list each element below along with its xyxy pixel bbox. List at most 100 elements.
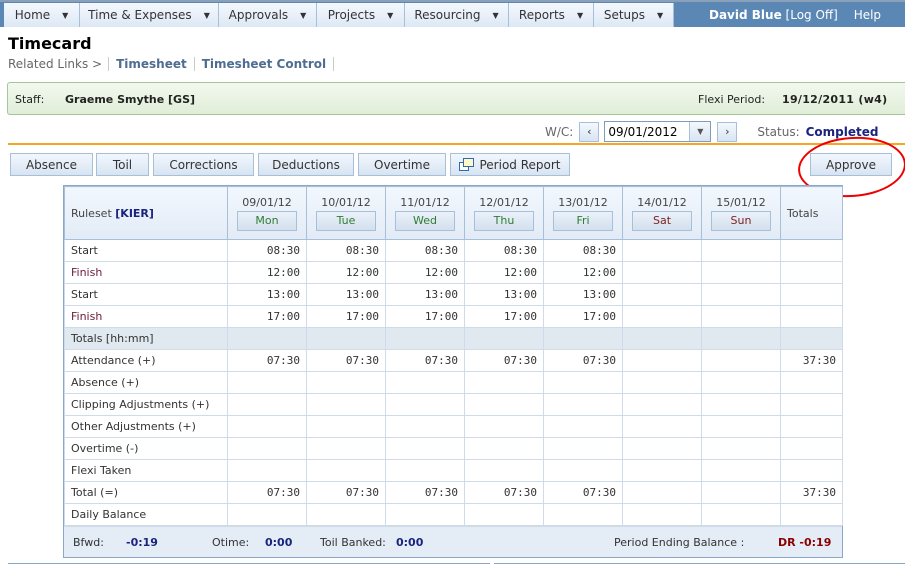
table-row: Finish 12:00 12:00 12:00 12:00 12:00 xyxy=(64,261,843,284)
row-label: Totals [hh:mm] xyxy=(64,327,228,350)
status-label: Status: xyxy=(757,124,800,139)
windows-icon xyxy=(459,157,475,172)
day-button-tue[interactable]: Tue xyxy=(316,210,376,231)
row-label: Finish xyxy=(64,305,228,328)
day-button-sun[interactable]: Sun xyxy=(711,210,771,231)
time-cell xyxy=(464,459,544,482)
week-date-picker: ▼ xyxy=(604,121,712,142)
time-cell: 13:00 xyxy=(543,283,623,306)
ruleset-code: [KIER] xyxy=(115,206,154,220)
timesheet-control-link[interactable]: Timesheet Control xyxy=(195,57,335,71)
time-cell xyxy=(464,415,544,438)
menu-label: Home xyxy=(14,8,51,22)
main-menu: Home ▼ Time & Expenses ▼ Approvals ▼ Projec… xyxy=(4,3,674,27)
time-cell: 07:30 xyxy=(306,481,386,504)
day-date: 15/01/12 xyxy=(716,195,766,209)
top-nav-bar: Home ▼ Time & Expenses ▼ Approvals ▼ Projec… xyxy=(0,0,905,27)
time-cell: 12:00 xyxy=(464,261,544,284)
divider-line xyxy=(8,143,905,145)
week-date-input[interactable] xyxy=(605,122,690,141)
triangle-down-icon: ▼ xyxy=(492,10,499,20)
row-label: Daily Balance xyxy=(64,503,228,526)
day-button-thu[interactable]: Thu xyxy=(474,210,534,231)
time-cell xyxy=(464,393,544,416)
time-cell xyxy=(306,437,386,460)
time-cell: 07:30 xyxy=(227,481,307,504)
menu-time-expenses[interactable]: Time & Expenses ▼ xyxy=(80,3,219,27)
week-commencing-row: W/C: ‹ ▼ › Status: Completed xyxy=(545,121,879,142)
time-cell: 12:00 xyxy=(306,261,386,284)
time-cell xyxy=(385,371,465,394)
time-cell xyxy=(306,327,386,350)
row-label: Absence (+) xyxy=(64,371,228,394)
row-label: Overtime (-) xyxy=(64,437,228,460)
time-cell: 17:00 xyxy=(464,305,544,328)
grid-body: Start 08:30 08:30 08:30 08:30 08:30 Finish 12:0… xyxy=(64,239,843,526)
staff-info-bar: Staff: Graeme Smythe [GS] Flexi Period: … xyxy=(7,82,905,115)
time-cell: 07:30 xyxy=(543,349,623,372)
time-cell xyxy=(385,327,465,350)
user-area: David Blue [Log Off] Help xyxy=(709,8,881,22)
time-cell xyxy=(543,437,623,460)
log-off-link[interactable]: [Log Off] xyxy=(786,8,838,22)
row-total-cell xyxy=(780,415,843,438)
time-cell: 17:00 xyxy=(306,305,386,328)
time-cell xyxy=(701,327,781,350)
time-cell xyxy=(622,239,702,262)
table-row: Attendance (+) 07:30 07:30 07:30 07:30 07:30 3… xyxy=(64,349,843,372)
table-row: Total (=) 07:30 07:30 07:30 07:30 07:30 37:30 xyxy=(64,481,843,504)
triangle-down-icon: ▼ xyxy=(697,127,704,136)
time-cell: 13:00 xyxy=(227,283,307,306)
corrections-button[interactable]: Corrections xyxy=(153,153,254,176)
time-cell xyxy=(543,415,623,438)
time-cell: 07:30 xyxy=(306,349,386,372)
period-report-button[interactable]: Period Report xyxy=(450,153,570,176)
time-cell: 13:00 xyxy=(464,283,544,306)
previous-week-button[interactable]: ‹ xyxy=(579,121,600,142)
day-header: 13/01/12 Fri xyxy=(543,186,623,240)
triangle-down-icon: ▼ xyxy=(657,10,664,20)
row-total-cell xyxy=(780,371,843,394)
menu-label: Reports xyxy=(518,8,565,22)
menu-projects[interactable]: Projects ▼ xyxy=(317,3,405,27)
row-label: Start xyxy=(64,239,228,262)
approve-button[interactable]: Approve xyxy=(810,153,892,176)
time-cell xyxy=(622,503,702,526)
menu-setups[interactable]: Setups ▼ xyxy=(594,3,674,27)
row-label: Attendance (+) xyxy=(64,349,228,372)
period-ending-label: Period Ending Balance : xyxy=(614,536,745,549)
time-cell xyxy=(701,415,781,438)
time-cell xyxy=(622,371,702,394)
time-cell: 07:30 xyxy=(385,349,465,372)
next-week-button[interactable]: › xyxy=(717,121,738,142)
toil-button[interactable]: Toil xyxy=(96,153,149,176)
menu-approvals[interactable]: Approvals ▼ xyxy=(219,3,317,27)
time-cell xyxy=(227,459,307,482)
triangle-down-icon: ▼ xyxy=(300,10,307,20)
day-header: 14/01/12 Sat xyxy=(622,186,702,240)
otime-value: 0:00 xyxy=(265,536,293,549)
date-dropdown-button[interactable]: ▼ xyxy=(689,122,711,141)
absence-button[interactable]: Absence xyxy=(10,153,93,176)
overtime-button[interactable]: Overtime xyxy=(358,153,446,176)
time-cell xyxy=(622,481,702,504)
deductions-button[interactable]: Deductions xyxy=(258,153,354,176)
time-cell: 12:00 xyxy=(385,261,465,284)
time-cell xyxy=(464,437,544,460)
row-total-cell xyxy=(780,393,843,416)
user-name: David Blue xyxy=(709,8,782,22)
timesheet-link[interactable]: Timesheet xyxy=(109,57,195,71)
day-button-fri[interactable]: Fri xyxy=(553,210,613,231)
day-button-sat[interactable]: Sat xyxy=(632,210,692,231)
day-button-wed[interactable]: Wed xyxy=(395,210,455,231)
menu-resourcing[interactable]: Resourcing ▼ xyxy=(405,3,509,27)
day-button-mon[interactable]: Mon xyxy=(237,210,297,231)
triangle-down-icon: ▼ xyxy=(576,10,584,20)
menu-reports[interactable]: Reports ▼ xyxy=(509,3,594,27)
time-cell: 07:30 xyxy=(385,481,465,504)
help-link[interactable]: Help xyxy=(854,8,881,22)
day-date: 09/01/12 xyxy=(242,195,292,209)
time-cell xyxy=(385,503,465,526)
menu-home[interactable]: Home ▼ xyxy=(4,3,80,27)
time-cell xyxy=(306,503,386,526)
